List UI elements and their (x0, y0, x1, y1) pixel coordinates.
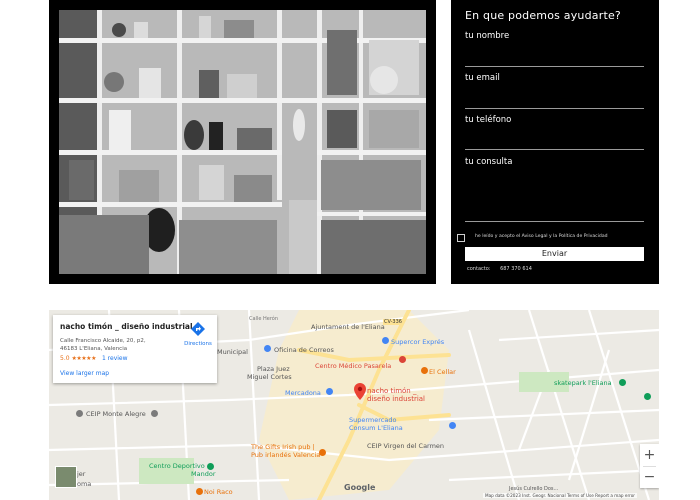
map-label-centro-medico[interactable]: Centro Médico Pasarela (315, 362, 391, 370)
email-label: tu email (465, 73, 500, 83)
workshop-photo (59, 10, 426, 274)
school-icon[interactable] (151, 410, 158, 417)
map-label-supermercado-2[interactable]: Consum L'Eliana (349, 424, 403, 432)
map-label-calle-heron: Calle Herón (249, 316, 279, 322)
phone-label: tu teléfono (465, 115, 512, 125)
contact-form: En que podemos ayudarte? tu nombre tu em… (451, 0, 659, 284)
cafe-icon[interactable] (196, 488, 203, 495)
embedded-map[interactable]: Calle Herón Ajuntament de l'Eliana CV-33… (49, 310, 659, 500)
send-button[interactable]: Enviar (465, 247, 644, 261)
phone-field[interactable]: tu teléfono (465, 115, 644, 150)
consent-text: he leído y acepto el Aviso Legal y la Po… (475, 234, 608, 239)
map-label-ceip-carmen[interactable]: CEIP Virgen del Carmen (367, 442, 444, 450)
email-underline (465, 108, 644, 109)
map-label-cellar[interactable]: El Cellar (429, 368, 456, 376)
consent-row: he leído y acepto el Aviso Legal y la Po… (457, 233, 657, 243)
message-label: tu consulta (465, 157, 513, 167)
name-field[interactable]: tu nombre (465, 31, 644, 67)
name-label: tu nombre (465, 31, 510, 41)
address-line-1: Calle Francisco Alcaide, 20, p2, (60, 338, 146, 344)
map-label-plaza-2: Miguel Cortes (247, 373, 292, 381)
view-larger-map-link[interactable]: View larger map (60, 370, 109, 377)
map-label-plaza-1: Plaza Juez (257, 365, 290, 373)
zoom-control: + − (640, 444, 659, 488)
skatepark-icon[interactable] (619, 379, 626, 386)
restaurant-icon[interactable] (421, 367, 428, 374)
school-icon[interactable] (76, 410, 83, 417)
map-label-centro-dep-2[interactable]: Mandor (191, 470, 216, 478)
name-underline (465, 66, 644, 67)
map-label-supercor[interactable]: Supercor Exprés (391, 338, 444, 346)
zoom-in-button[interactable]: + (640, 444, 659, 466)
contact-phone[interactable]: 687 370 614 (500, 266, 532, 272)
map-label-marker-2[interactable]: diseño industrial (367, 395, 425, 403)
map-label-skatepark[interactable]: skatepark l'Eliana (554, 379, 612, 387)
map-label-pub-2[interactable]: Pub irlandés Valencia (251, 451, 320, 459)
map-label-oficina[interactable]: Oficina de Correos (274, 346, 334, 354)
street-view-thumbnail[interactable] (55, 466, 77, 488)
map-label-ajuntament[interactable]: Ajuntament de l'Eliana (311, 323, 385, 331)
message-field[interactable]: tu consulta (465, 157, 644, 222)
directions-label: Directions (184, 341, 212, 347)
pub-icon[interactable] (319, 449, 326, 456)
contact-title: En que podemos ayudarte? (465, 9, 621, 22)
place-address: Calle Francisco Alcaide, 20, p2, 46183 L… (60, 337, 160, 353)
rating-value: 5.0 (60, 355, 70, 362)
post-office-icon[interactable] (264, 345, 271, 352)
grocery-icon[interactable] (449, 422, 456, 429)
map-label-centro-dep-1[interactable]: Centro Deportivo (149, 462, 205, 470)
place-name: nacho timón _ diseño industrial (60, 322, 193, 331)
directions-icon (191, 322, 205, 336)
directions-button[interactable]: Directions (181, 321, 215, 347)
reviews-link[interactable]: 1 review (102, 355, 128, 362)
poi-marker-icon[interactable] (354, 383, 366, 404)
shopping-icon[interactable] (382, 337, 389, 344)
map-label-jesus: Jesús Culrello Dos... (509, 486, 559, 492)
photo-frame (49, 0, 436, 284)
map-attribution[interactable]: Map data ©2023 Inst. Geogr. Nacional Ter… (483, 493, 638, 498)
map-label-marker-1[interactable]: nacho timón _ (367, 387, 416, 395)
email-field[interactable]: tu email (465, 73, 644, 109)
map-label-cv: CV-336 (383, 319, 403, 325)
map-label-supermercado-1[interactable]: Supermercado (349, 416, 396, 424)
google-logo: Google (344, 483, 376, 492)
contact-info: contacto: 687 370 614 (467, 266, 532, 272)
map-label-pegman-1: jer (77, 470, 86, 478)
message-underline (465, 221, 644, 222)
map-label-pub-1[interactable]: The Gifts Irish pub | (251, 443, 315, 451)
sports-icon[interactable] (207, 463, 214, 470)
consent-checkbox[interactable] (457, 234, 465, 242)
address-line-2: 46183 L'Eliana, Valencia (60, 346, 128, 352)
zoom-divider (643, 466, 656, 467)
rating-stars-icon: ★★★★★ (71, 355, 97, 362)
supermarket-icon[interactable] (326, 388, 333, 395)
zoom-out-button[interactable]: − (640, 466, 659, 488)
place-info-card: nacho timón _ diseño industrial Calle Fr… (53, 315, 217, 383)
contact-label: contacto: (467, 266, 491, 272)
map-label-municipal: Municipal (217, 348, 248, 356)
map-label-ceip-monte[interactable]: CEIP Monte Alegre (86, 410, 146, 418)
attraction-icon[interactable] (644, 393, 651, 400)
place-rating: 5.0 ★★★★★ 1 review (60, 355, 128, 362)
map-label-noi[interactable]: Noi Raco (204, 488, 233, 496)
phone-underline (465, 149, 644, 150)
map-label-mercadona[interactable]: Mercadona (285, 389, 321, 397)
hospital-icon[interactable] (399, 356, 406, 363)
map-label-pegman-2: oma (77, 480, 92, 488)
